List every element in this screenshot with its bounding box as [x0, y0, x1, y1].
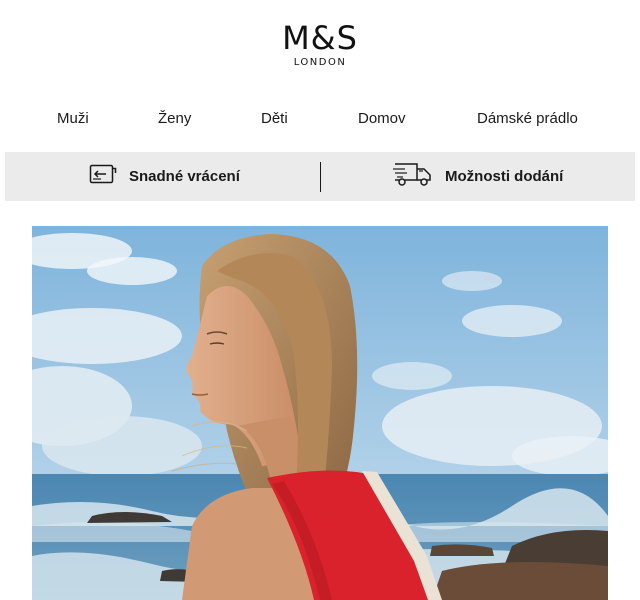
- nav-item-kids[interactable]: Děti: [261, 108, 288, 130]
- nav-item-lingerie[interactable]: Dámské prádlo: [477, 108, 578, 130]
- hero-image: [32, 226, 608, 600]
- delivery-options-label: Možnosti dodání: [445, 168, 564, 185]
- hero-banner[interactable]: [32, 226, 608, 600]
- delivery-options-link[interactable]: Možnosti dodání: [393, 152, 563, 201]
- delivery-truck-icon: [393, 160, 433, 193]
- logo-wordmark: M&S: [282, 19, 358, 57]
- nav-item-women[interactable]: Ženy: [158, 108, 191, 130]
- easy-returns-link[interactable]: Snadné vrácení: [89, 152, 240, 201]
- logo-tagline: LONDON: [293, 57, 347, 68]
- easy-returns-label: Snadné vrácení: [129, 168, 240, 185]
- nav-item-home[interactable]: Domov: [358, 108, 406, 130]
- service-strip: Snadné vrácení Možnosti dodání: [5, 152, 635, 201]
- returns-icon: [89, 162, 117, 191]
- brand-logo[interactable]: M&S LONDON: [0, 20, 640, 70]
- nav-item-men[interactable]: Muži: [57, 108, 89, 130]
- strip-divider: [320, 162, 321, 192]
- main-navigation: Muži Ženy Děti Domov Dámské prádlo: [0, 108, 640, 130]
